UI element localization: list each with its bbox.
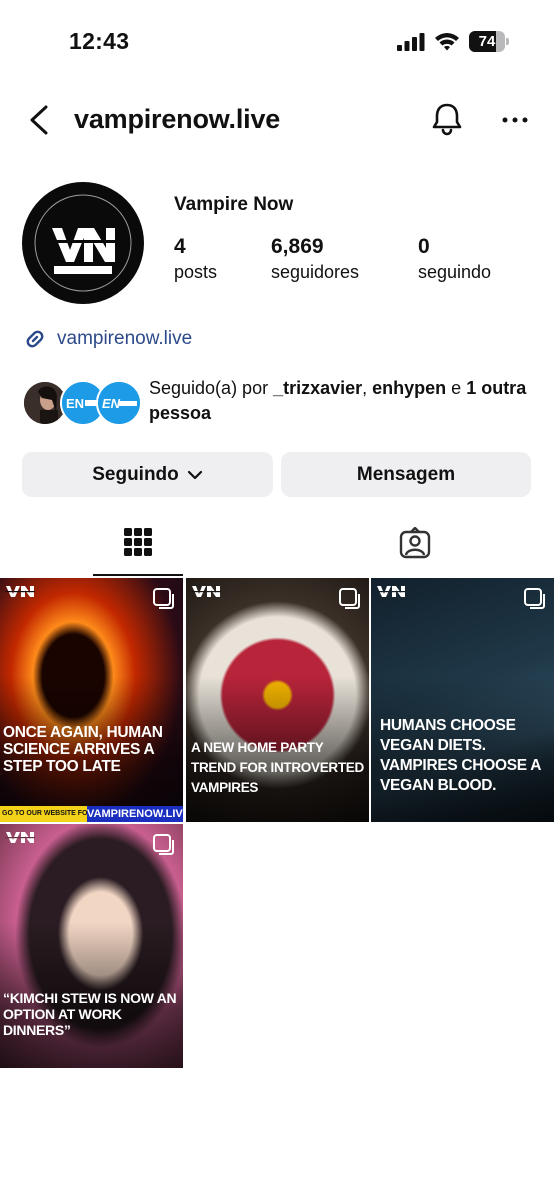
profile-username: vampirenow.live	[74, 104, 281, 134]
more-icon[interactable]	[496, 104, 534, 136]
vampire-now-logo-icon	[5, 832, 35, 843]
following-count: 0	[418, 235, 430, 258]
followers-label: seguidores	[271, 262, 360, 282]
wifi-icon	[435, 33, 459, 51]
post-caption: HUMANS CHOOSE VEGAN DIETS. VAMPIRES CHOO…	[380, 717, 541, 794]
followed-by-text: Seguido(a) por _trizxavier, enhypen e 1 …	[149, 376, 544, 426]
active-tab-indicator	[93, 574, 183, 576]
tab-posts-grid[interactable]	[93, 518, 183, 576]
followed-by-user[interactable]: _trizxavier	[273, 378, 362, 398]
battery-indicator: 74	[469, 31, 509, 52]
post-caption: “KIMCHI STEW IS NOW AN OPTION AT WORK DI…	[3, 990, 177, 1038]
profile-display-name: Vampire Now	[174, 194, 294, 215]
carousel-icon	[524, 588, 545, 609]
post-caption: A NEW HOME PARTY TREND FOR INTROVERTED V…	[191, 740, 364, 795]
followed-by-prefix: Seguido(a) por	[149, 378, 274, 398]
svg-text:EN: EN	[102, 396, 121, 411]
post-caption: ONCE AGAIN, HUMAN SCIENCE ARRIVES A STEP…	[3, 724, 163, 775]
tagged-icon	[399, 527, 431, 559]
svg-text:EN: EN	[66, 396, 84, 411]
vampire-now-logo-icon	[25, 185, 141, 301]
vampire-now-logo-icon	[376, 586, 406, 597]
profile-link-text[interactable]: vampirenow.live	[57, 328, 192, 350]
following-button[interactable]: Seguindo	[22, 452, 273, 497]
posts-label: posts	[174, 262, 218, 282]
tab-tagged[interactable]	[370, 518, 460, 576]
post-ribbon-left: GO TO OUR WEBSITE FOR MORE!	[0, 806, 94, 822]
post-thumbnail[interactable]: ONCE AGAIN, HUMAN SCIENCE ARRIVES A STEP…	[0, 578, 183, 822]
grid-icon	[124, 528, 152, 556]
vampire-now-logo-icon	[5, 586, 35, 597]
post-thumbnail[interactable]: HUMANS CHOOSE VEGAN DIETS. VAMPIRES CHOO…	[371, 578, 554, 822]
status-time: 12:43	[69, 28, 130, 54]
profile-avatar[interactable]	[22, 182, 144, 304]
carousel-icon	[153, 834, 174, 855]
following-stat[interactable]: 0 seguindo	[418, 234, 491, 284]
profile-tabs	[0, 518, 554, 578]
battery-percent: 74	[478, 33, 496, 50]
followed-by-user[interactable]: enhypen	[372, 378, 446, 398]
link-icon	[26, 330, 44, 348]
followed-by-conjunction: e	[446, 378, 467, 398]
posts-stat: 4 posts	[174, 234, 217, 284]
post-ribbon-right: VAMPIRENOW.LIVE	[87, 806, 183, 822]
bell-icon[interactable]	[428, 100, 466, 138]
follower-avatar: EN	[96, 380, 142, 426]
back-arrow-icon[interactable]	[22, 102, 58, 138]
followed-by-row[interactable]: EN EN Seguido(a) por _trizxavier, enhype…	[22, 376, 542, 428]
post-ribbon: GO TO OUR WEBSITE FOR MORE! VAMPIRENOW.L…	[0, 806, 183, 822]
status-bar: 12:43 74	[0, 0, 554, 80]
chevron-down-icon	[187, 470, 202, 479]
profile-link[interactable]: vampirenow.live	[22, 325, 192, 353]
post-thumbnail[interactable]: “KIMCHI STEW IS NOW AN OPTION AT WORK DI…	[0, 824, 183, 1068]
followers-count: 6,869	[271, 235, 324, 258]
followed-by-separator: ,	[362, 378, 373, 398]
posts-count: 4	[174, 235, 186, 258]
profile-header: vampirenow.live	[0, 92, 554, 148]
following-button-label: Seguindo	[92, 463, 179, 485]
message-button-label: Mensagem	[356, 463, 456, 485]
cellular-signal-icon	[397, 33, 425, 51]
message-button[interactable]: Mensagem	[281, 452, 531, 497]
following-label: seguindo	[418, 262, 492, 282]
vampire-now-logo-icon	[191, 586, 221, 597]
carousel-icon	[153, 588, 174, 609]
followers-stat[interactable]: 6,869 seguidores	[271, 234, 359, 284]
post-thumbnail[interactable]: A NEW HOME PARTY TREND FOR INTROVERTED V…	[186, 578, 369, 822]
carousel-icon	[339, 588, 360, 609]
